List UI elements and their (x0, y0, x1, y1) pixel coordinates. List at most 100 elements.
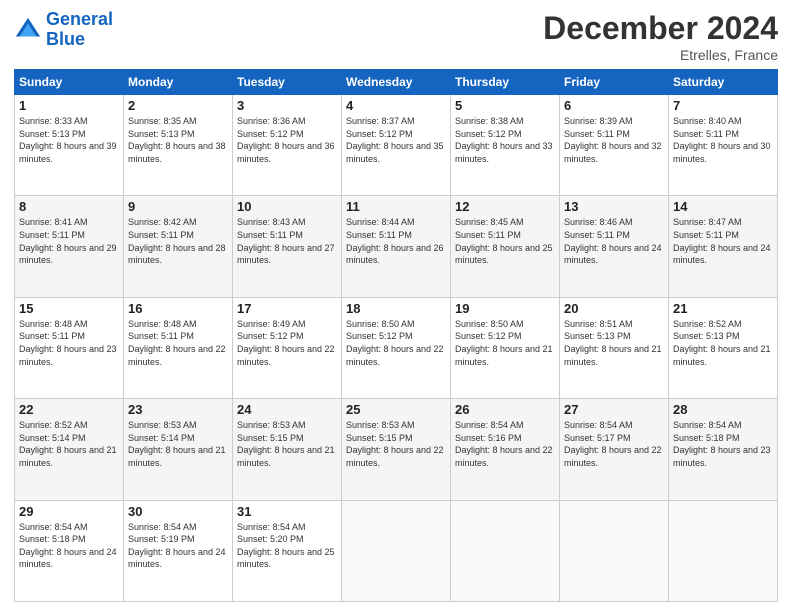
day-number: 29 (19, 504, 119, 519)
day-content: Sunrise: 8:54 AM Sunset: 5:20 PM Dayligh… (237, 521, 337, 571)
day-number: 17 (237, 301, 337, 316)
day-content: Sunrise: 8:48 AM Sunset: 5:11 PM Dayligh… (128, 318, 228, 368)
calendar-cell: 18 Sunrise: 8:50 AM Sunset: 5:12 PM Dayli… (342, 297, 451, 398)
day-number: 1 (19, 98, 119, 113)
title-area: December 2024 Etrelles, France (543, 10, 778, 63)
day-number: 2 (128, 98, 228, 113)
day-number: 18 (346, 301, 446, 316)
calendar-week-row: 15 Sunrise: 8:48 AM Sunset: 5:11 PM Dayli… (15, 297, 778, 398)
calendar-cell: 17 Sunrise: 8:49 AM Sunset: 5:12 PM Dayli… (233, 297, 342, 398)
header: General Blue December 2024 Etrelles, Fra… (14, 10, 778, 63)
day-number: 26 (455, 402, 555, 417)
calendar-cell: 6Sunrise: 8:39 AM Sunset: 5:11 PM Daylig… (560, 95, 669, 196)
calendar-header-row: SundayMondayTuesdayWednesdayThursdayFrid… (15, 70, 778, 95)
calendar-cell: 12Sunrise: 8:45 AM Sunset: 5:11 PM Dayli… (451, 196, 560, 297)
day-number: 7 (673, 98, 773, 113)
day-content: Sunrise: 8:36 AM Sunset: 5:12 PM Dayligh… (237, 115, 337, 165)
day-header-sunday: Sunday (15, 70, 124, 95)
day-number: 20 (564, 301, 664, 316)
calendar-week-row: 29 Sunrise: 8:54 AM Sunset: 5:18 PM Dayli… (15, 500, 778, 601)
month-title: December 2024 (543, 10, 778, 47)
day-content: Sunrise: 8:51 AM Sunset: 5:13 PM Dayligh… (564, 318, 664, 368)
day-content: Sunrise: 8:41 AM Sunset: 5:11 PM Dayligh… (19, 216, 119, 266)
day-content: Sunrise: 8:54 AM Sunset: 5:17 PM Dayligh… (564, 419, 664, 469)
day-content: Sunrise: 8:33 AM Sunset: 5:13 PM Dayligh… (19, 115, 119, 165)
day-content: Sunrise: 8:40 AM Sunset: 5:11 PM Dayligh… (673, 115, 773, 165)
calendar-cell: 10 Sunrise: 8:43 AM Sunset: 5:11 PM Dayli… (233, 196, 342, 297)
day-number: 28 (673, 402, 773, 417)
day-number: 19 (455, 301, 555, 316)
day-content: Sunrise: 8:43 AM Sunset: 5:11 PM Dayligh… (237, 216, 337, 266)
calendar-page: General Blue December 2024 Etrelles, Fra… (0, 0, 792, 612)
calendar-cell: 29 Sunrise: 8:54 AM Sunset: 5:18 PM Dayli… (15, 500, 124, 601)
day-number: 24 (237, 402, 337, 417)
calendar-cell: 15Sunrise: 8:48 AM Sunset: 5:11 PM Dayli… (15, 297, 124, 398)
calendar-cell: 20 Sunrise: 8:51 AM Sunset: 5:13 PM Dayli… (560, 297, 669, 398)
logo-icon (14, 16, 42, 44)
calendar-cell: 31 Sunrise: 8:54 AM Sunset: 5:20 PM Dayli… (233, 500, 342, 601)
day-content: Sunrise: 8:53 AM Sunset: 5:15 PM Dayligh… (237, 419, 337, 469)
day-header-friday: Friday (560, 70, 669, 95)
day-number: 4 (346, 98, 446, 113)
calendar-cell: 13Sunrise: 8:46 AM Sunset: 5:11 PM Dayli… (560, 196, 669, 297)
day-number: 5 (455, 98, 555, 113)
calendar-cell: 3 Sunrise: 8:36 AM Sunset: 5:12 PM Daylig… (233, 95, 342, 196)
day-number: 27 (564, 402, 664, 417)
calendar-cell: 26 Sunrise: 8:54 AM Sunset: 5:16 PM Dayli… (451, 399, 560, 500)
day-number: 9 (128, 199, 228, 214)
day-number: 15 (19, 301, 119, 316)
day-number: 11 (346, 199, 446, 214)
logo-text: General Blue (46, 10, 113, 50)
day-content: Sunrise: 8:52 AM Sunset: 5:13 PM Dayligh… (673, 318, 773, 368)
day-number: 31 (237, 504, 337, 519)
calendar-cell: 27 Sunrise: 8:54 AM Sunset: 5:17 PM Dayli… (560, 399, 669, 500)
day-content: Sunrise: 8:38 AM Sunset: 5:12 PM Dayligh… (455, 115, 555, 165)
calendar-week-row: 1 Sunrise: 8:33 AM Sunset: 5:13 PM Daylig… (15, 95, 778, 196)
day-number: 12 (455, 199, 555, 214)
calendar-cell: 4 Sunrise: 8:37 AM Sunset: 5:12 PM Daylig… (342, 95, 451, 196)
day-header-thursday: Thursday (451, 70, 560, 95)
day-header-monday: Monday (124, 70, 233, 95)
day-number: 3 (237, 98, 337, 113)
day-content: Sunrise: 8:54 AM Sunset: 5:19 PM Dayligh… (128, 521, 228, 571)
calendar-cell: 19 Sunrise: 8:50 AM Sunset: 5:12 PM Dayli… (451, 297, 560, 398)
day-content: Sunrise: 8:52 AM Sunset: 5:14 PM Dayligh… (19, 419, 119, 469)
calendar-cell: 11Sunrise: 8:44 AM Sunset: 5:11 PM Dayli… (342, 196, 451, 297)
day-number: 10 (237, 199, 337, 214)
calendar-cell (342, 500, 451, 601)
day-header-saturday: Saturday (669, 70, 778, 95)
calendar-cell: 8 Sunrise: 8:41 AM Sunset: 5:11 PM Daylig… (15, 196, 124, 297)
day-content: Sunrise: 8:54 AM Sunset: 5:18 PM Dayligh… (673, 419, 773, 469)
day-content: Sunrise: 8:50 AM Sunset: 5:12 PM Dayligh… (455, 318, 555, 368)
calendar-table: SundayMondayTuesdayWednesdayThursdayFrid… (14, 69, 778, 602)
day-header-tuesday: Tuesday (233, 70, 342, 95)
calendar-cell: 24 Sunrise: 8:53 AM Sunset: 5:15 PM Dayli… (233, 399, 342, 500)
day-number: 22 (19, 402, 119, 417)
calendar-cell: 23Sunrise: 8:53 AM Sunset: 5:14 PM Dayli… (124, 399, 233, 500)
day-number: 13 (564, 199, 664, 214)
day-content: Sunrise: 8:53 AM Sunset: 5:14 PM Dayligh… (128, 419, 228, 469)
calendar-cell (560, 500, 669, 601)
day-content: Sunrise: 8:47 AM Sunset: 5:11 PM Dayligh… (673, 216, 773, 266)
day-content: Sunrise: 8:54 AM Sunset: 5:16 PM Dayligh… (455, 419, 555, 469)
calendar-cell: 9Sunrise: 8:42 AM Sunset: 5:11 PM Daylig… (124, 196, 233, 297)
day-content: Sunrise: 8:50 AM Sunset: 5:12 PM Dayligh… (346, 318, 446, 368)
calendar-cell (451, 500, 560, 601)
day-content: Sunrise: 8:35 AM Sunset: 5:13 PM Dayligh… (128, 115, 228, 165)
calendar-cell: 28 Sunrise: 8:54 AM Sunset: 5:18 PM Dayli… (669, 399, 778, 500)
day-number: 8 (19, 199, 119, 214)
calendar-cell: 7 Sunrise: 8:40 AM Sunset: 5:11 PM Daylig… (669, 95, 778, 196)
day-content: Sunrise: 8:53 AM Sunset: 5:15 PM Dayligh… (346, 419, 446, 469)
calendar-week-row: 8 Sunrise: 8:41 AM Sunset: 5:11 PM Daylig… (15, 196, 778, 297)
location: Etrelles, France (543, 47, 778, 63)
day-content: Sunrise: 8:49 AM Sunset: 5:12 PM Dayligh… (237, 318, 337, 368)
calendar-cell: 22 Sunrise: 8:52 AM Sunset: 5:14 PM Dayli… (15, 399, 124, 500)
day-content: Sunrise: 8:54 AM Sunset: 5:18 PM Dayligh… (19, 521, 119, 571)
calendar-cell: 25Sunrise: 8:53 AM Sunset: 5:15 PM Dayli… (342, 399, 451, 500)
day-number: 14 (673, 199, 773, 214)
day-content: Sunrise: 8:37 AM Sunset: 5:12 PM Dayligh… (346, 115, 446, 165)
calendar-cell: 30Sunrise: 8:54 AM Sunset: 5:19 PM Dayli… (124, 500, 233, 601)
day-number: 21 (673, 301, 773, 316)
calendar-week-row: 22 Sunrise: 8:52 AM Sunset: 5:14 PM Dayli… (15, 399, 778, 500)
calendar-cell: 21 Sunrise: 8:52 AM Sunset: 5:13 PM Dayli… (669, 297, 778, 398)
